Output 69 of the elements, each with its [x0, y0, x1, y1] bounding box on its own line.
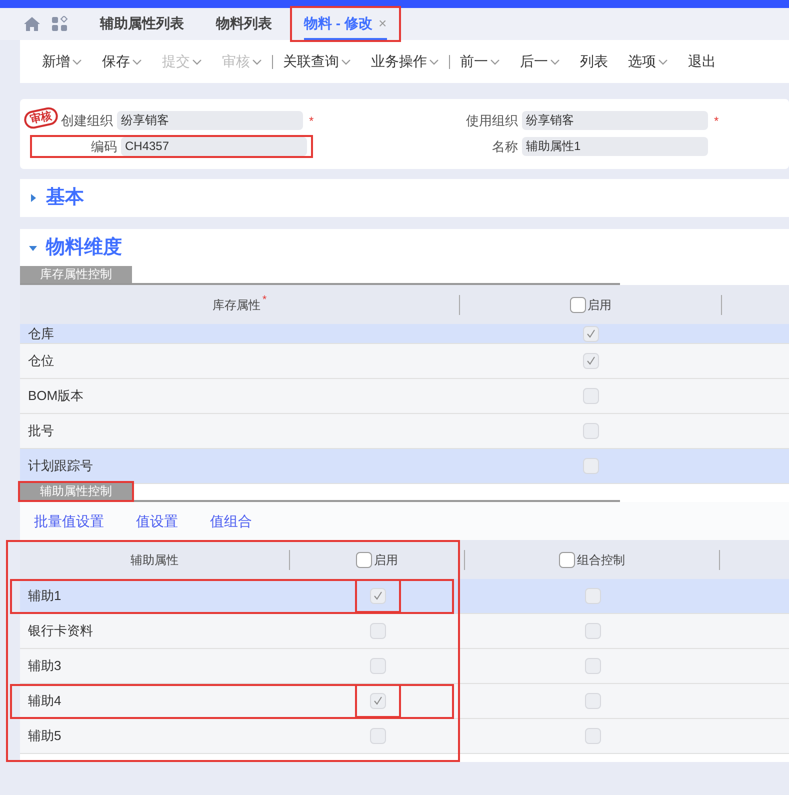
section-title[interactable]: 基本 [46, 184, 84, 212]
table-cell-text: 辅助4 [27, 692, 62, 710]
table-cell-text: 银行卡资料 [27, 622, 94, 640]
input-field[interactable]: CH4357 [121, 136, 307, 156]
field-label: 创建组织 [61, 112, 113, 130]
table-row[interactable]: 计划跟踪号 [20, 449, 789, 484]
checkbox[interactable] [356, 552, 372, 568]
toolbar-button[interactable]: 关联查询 [273, 51, 361, 72]
caret-icon [658, 58, 668, 64]
home-icon[interactable] [24, 17, 40, 31]
tab[interactable]: 物料 - 修改 × [292, 8, 399, 40]
toolbar-button[interactable]: 业务操作 [361, 51, 450, 72]
column-header: 启用 [374, 552, 398, 568]
caret-icon [72, 58, 82, 64]
table-cell-text: 辅助3 [27, 657, 62, 676]
table-cell-text: 计划跟踪号 [27, 457, 94, 476]
table-cell-text: 批号 [27, 422, 55, 440]
table-cell-text: BOM版本 [27, 387, 85, 406]
action-link[interactable]: 值组合 [210, 510, 252, 532]
field-label: 编码 [91, 138, 117, 156]
caret-icon [252, 58, 262, 64]
caret-icon [341, 58, 351, 64]
table-cell-text: 辅助5 [27, 727, 62, 746]
caret-icon [490, 58, 500, 64]
table-cell-text: 仓库 [27, 324, 55, 343]
check-icon [586, 356, 596, 366]
toolbar-button[interactable]: 前一 [450, 51, 510, 72]
toolbar-button[interactable]: 保存 [92, 51, 152, 72]
field-label: 使用组织 [466, 112, 518, 130]
caret-icon [192, 58, 202, 64]
column-header: 辅助属性 [130, 552, 178, 568]
table-row[interactable]: 仓库 [20, 324, 789, 344]
tab[interactable]: 辅助属性列表 [88, 8, 196, 40]
checkbox[interactable] [559, 552, 575, 568]
check-icon [586, 328, 596, 338]
required-mark: * [309, 112, 314, 130]
action-link[interactable]: 值设置 [136, 510, 178, 532]
table-cell-text: 仓位 [27, 352, 55, 370]
apps-icon[interactable] [52, 16, 68, 32]
input-field[interactable]: 纷享销客 [117, 111, 303, 130]
approved-stamp: 审核 [22, 106, 60, 130]
tab[interactable]: 物料列表 [204, 8, 284, 40]
table-cell-text: 辅助1 [27, 587, 62, 606]
field-label: 名称 [492, 138, 518, 156]
toolbar-button[interactable]: 新增 [32, 51, 92, 72]
table-row[interactable]: 仓位 [20, 344, 789, 379]
caret-icon [132, 58, 142, 64]
required-mark: * [262, 293, 267, 308]
toolbar-button[interactable]: 选项 [618, 51, 678, 72]
input-field[interactable]: 纷享销客 [522, 111, 708, 130]
toolbar-button[interactable]: 退出 [678, 51, 726, 72]
table-row[interactable]: BOM版本 [20, 379, 789, 414]
expand-caret-icon[interactable] [28, 193, 38, 203]
required-mark: * [714, 112, 719, 130]
column-header: 启用 [588, 296, 612, 314]
toolbar-button[interactable]: 列表 [570, 51, 618, 72]
collapse-caret-icon[interactable] [28, 243, 38, 253]
action-link[interactable]: 批量值设置 [34, 510, 104, 532]
check-icon [372, 591, 382, 601]
column-header: 库存属性 [212, 296, 260, 314]
section-title[interactable]: 物料维度 [46, 234, 122, 262]
checkbox[interactable] [570, 296, 586, 312]
table-row[interactable]: 批号 [20, 414, 789, 449]
input-field[interactable]: 辅助属性1 [522, 136, 708, 156]
caret-icon [550, 58, 560, 64]
caret-icon [429, 58, 439, 64]
toolbar-button[interactable]: 后一 [510, 51, 570, 72]
column-header: 组合控制 [577, 552, 625, 568]
check-icon [372, 696, 382, 706]
